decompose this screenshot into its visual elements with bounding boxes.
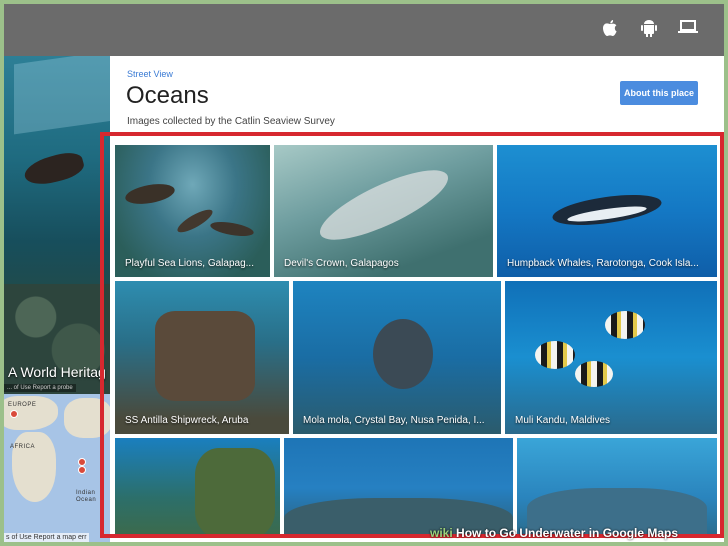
page-subtitle: Images collected by the Catlin Seaview S… xyxy=(127,116,335,127)
laptop-icon[interactable] xyxy=(677,19,699,41)
left-caption: A World Heritag xyxy=(8,364,106,380)
tile-humpback-whales[interactable]: Humpback Whales, Rarotonga, Cook Isla... xyxy=(497,145,717,277)
app-frame: A World Heritag ... of Use Report a prob… xyxy=(4,4,724,542)
light-ray xyxy=(14,56,110,135)
map-label-indian: Indian xyxy=(76,490,96,496)
tile-sea-lions[interactable]: Playful Sea Lions, Galapag... xyxy=(115,145,270,277)
map-footer-links[interactable]: s of Use Report a map err xyxy=(4,533,89,542)
fish-school xyxy=(312,157,456,253)
left-links[interactable]: ... of Use Report a probe xyxy=(4,384,76,392)
tile-reef-2[interactable] xyxy=(284,438,513,538)
map-label-ocean: Ocean xyxy=(76,497,97,503)
map-pin[interactable] xyxy=(10,410,18,418)
tile-reef-1[interactable] xyxy=(115,438,280,538)
tile-caption: Playful Sea Lions, Galapag... xyxy=(125,258,254,269)
bannerfish-shape xyxy=(535,341,575,369)
sea-lion-shape xyxy=(174,205,216,237)
coral-shape xyxy=(195,448,275,538)
left-panorama-photo[interactable]: A World Heritag ... of Use Report a prob… xyxy=(4,56,110,394)
map-pin[interactable] xyxy=(78,458,86,466)
map-label-africa: AFRICA xyxy=(10,444,36,450)
apple-icon[interactable] xyxy=(599,19,621,41)
tile-caption: Humpback Whales, Rarotonga, Cook Isla... xyxy=(507,258,699,269)
watermark-title: How to Go Underwater in Google Maps xyxy=(456,526,679,540)
sea-lion-shape xyxy=(21,148,87,190)
tile-reef-3[interactable] xyxy=(517,438,717,538)
tile-devils-crown[interactable]: Devil's Crown, Galapagos xyxy=(274,145,493,277)
africa-land xyxy=(12,432,56,502)
sea-lion-shape xyxy=(209,219,255,239)
bannerfish-shape xyxy=(605,311,645,339)
sea-lion-shape xyxy=(123,180,177,208)
tile-mola-mola[interactable]: Mola mola, Crystal Bay, Nusa Penida, I..… xyxy=(293,281,501,434)
android-icon[interactable] xyxy=(638,19,660,41)
watermark-brand: wiki xyxy=(430,526,453,540)
about-this-place-button[interactable]: About this place xyxy=(620,81,698,105)
bannerfish-shape xyxy=(575,361,613,387)
tile-caption: Muli Kandu, Maldives xyxy=(515,415,611,426)
wreck-shape xyxy=(155,311,255,401)
tile-caption: SS Antilla Shipwreck, Aruba xyxy=(125,415,249,426)
map-pin[interactable] xyxy=(78,466,86,474)
asia-land xyxy=(64,398,110,438)
mola-fish-shape xyxy=(373,319,433,389)
tile-caption: Devil's Crown, Galapagos xyxy=(284,258,399,269)
mini-map[interactable]: EUROPE AFRICA Indian Ocean s of Use Repo… xyxy=(4,394,110,542)
tile-muli-kandu[interactable]: Muli Kandu, Maldives xyxy=(505,281,717,434)
wikihow-watermark: wiki How to Go Underwater in Google Maps xyxy=(430,526,678,540)
breadcrumb[interactable]: Street View xyxy=(127,69,173,79)
map-label-europe: EUROPE xyxy=(8,402,37,408)
top-bar xyxy=(4,4,724,56)
page-title: Oceans xyxy=(126,82,209,109)
oceans-panel: Street View Oceans Images collected by t… xyxy=(110,56,724,542)
tile-caption: Mola mola, Crystal Bay, Nusa Penida, I..… xyxy=(303,415,485,426)
tile-shipwreck[interactable]: SS Antilla Shipwreck, Aruba xyxy=(115,281,289,434)
